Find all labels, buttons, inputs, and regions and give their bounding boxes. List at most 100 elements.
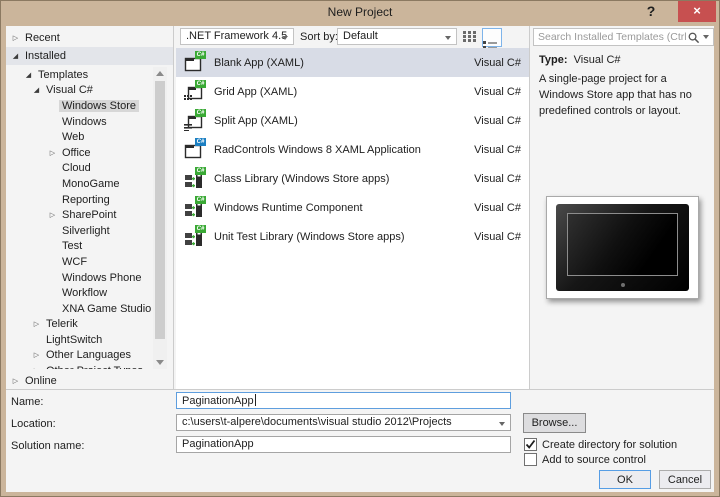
template-list-panel: .NET Framework 4.5 Sort by: Default <box>176 26 529 389</box>
expander-icon[interactable] <box>30 351 43 359</box>
sidebar-item-office[interactable]: Office <box>6 145 153 161</box>
sidebar-item-workflow[interactable]: Workflow <box>6 285 153 301</box>
template-row-grid-app[interactable]: Grid App (XAML) Visual C# <box>176 77 529 106</box>
tree-scroll-area: Templates Visual C# Windows Store Window… <box>6 67 153 369</box>
csharp-badge-icon <box>195 109 206 117</box>
runtime-component-icon <box>184 198 206 218</box>
create-directory-checkbox[interactable] <box>524 438 537 451</box>
expander-icon[interactable] <box>9 34 22 42</box>
template-row-class-library[interactable]: Class Library (Windows Store apps) Visua… <box>176 164 529 193</box>
tablet-device-image <box>556 204 689 291</box>
template-row-blank-app[interactable]: Blank App (XAML) Visual C# <box>176 48 529 77</box>
sidebar-item-windows-phone[interactable]: Windows Phone <box>6 270 153 286</box>
expander-icon[interactable] <box>9 52 22 60</box>
blank-app-icon <box>184 53 206 73</box>
sidebar-item-wcf[interactable]: WCF <box>6 254 153 270</box>
chevron-down-icon <box>445 36 451 40</box>
sidebar-item-telerik[interactable]: Telerik <box>6 317 153 333</box>
scroll-down-icon[interactable] <box>156 360 164 365</box>
csharp-badge-icon <box>195 196 206 204</box>
csharp-badge-icon <box>195 138 206 146</box>
chevron-down-icon[interactable] <box>703 35 709 39</box>
ok-button[interactable]: OK <box>599 470 651 489</box>
template-row-runtime-component[interactable]: Windows Runtime Component Visual C# <box>176 193 529 222</box>
expander-icon[interactable] <box>22 71 35 79</box>
tree-scrollbar[interactable] <box>153 67 167 369</box>
sidebar-item-templates[interactable]: Templates <box>6 67 153 83</box>
sidebar-item-cloud[interactable]: Cloud <box>6 161 153 177</box>
sidebar-item-other-languages[interactable]: Other Languages <box>6 348 153 364</box>
radcontrols-app-icon <box>184 140 206 160</box>
csharp-badge-icon <box>195 51 206 59</box>
sidebar-item-lightswitch[interactable]: LightSwitch <box>6 332 153 348</box>
solution-name-label: Solution name: <box>11 440 84 452</box>
split-app-icon <box>184 111 206 131</box>
scroll-up-icon[interactable] <box>156 71 164 76</box>
sidebar-item-reporting[interactable]: Reporting <box>6 192 153 208</box>
project-settings-form: Name: PaginationApp Location: c:\users\t… <box>6 390 714 492</box>
sidebar-item-online[interactable]: Online <box>6 372 173 389</box>
sidebar-item-windows[interactable]: Windows <box>6 114 153 130</box>
location-label: Location: <box>11 418 56 430</box>
solution-name-field[interactable]: PaginationApp <box>176 436 511 453</box>
list-view-button[interactable] <box>482 28 502 47</box>
expander-icon[interactable] <box>30 367 43 369</box>
unit-test-library-icon <box>184 227 206 247</box>
template-info-panel: Search Installed Templates (Ctrl+E) Type… <box>530 26 714 389</box>
template-description: A single-page project for a Windows Stor… <box>539 72 711 120</box>
sidebar-item-monogame[interactable]: MonoGame <box>6 176 153 192</box>
expander-icon[interactable] <box>46 211 59 219</box>
checkmark-icon <box>525 439 536 450</box>
cancel-button[interactable]: Cancel <box>659 470 711 489</box>
sort-dropdown[interactable]: Default <box>337 28 457 45</box>
sidebar-item-silverlight[interactable]: Silverlight <box>6 223 153 239</box>
source-control-checkbox[interactable] <box>524 453 537 466</box>
new-project-dialog: New Project ? × Recent Installed Templat… <box>0 0 720 497</box>
text-caret <box>255 394 256 406</box>
expander-icon[interactable] <box>46 149 59 157</box>
sidebar-item-recent[interactable]: Recent <box>6 29 173 47</box>
grid-app-icon <box>184 82 206 102</box>
help-button[interactable]: ? <box>641 3 661 23</box>
dialog-content: Recent Installed Templates Visual C# Win… <box>6 26 714 492</box>
template-row-unit-test-library[interactable]: Unit Test Library (Windows Store apps) V… <box>176 222 529 251</box>
sidebar-item-xna-game-studio[interactable]: XNA Game Studio 4.0 <box>6 301 153 317</box>
scrollbar-thumb[interactable] <box>155 81 165 339</box>
location-dropdown[interactable]: c:\users\t-alpere\documents\visual studi… <box>176 414 511 431</box>
browse-button[interactable]: Browse... <box>523 413 586 433</box>
expander-icon[interactable] <box>9 377 22 385</box>
template-row-split-app[interactable]: Split App (XAML) Visual C# <box>176 106 529 135</box>
template-row-radcontrols[interactable]: RadControls Windows 8 XAML Application V… <box>176 135 529 164</box>
source-control-label[interactable]: Add to source control <box>542 454 646 466</box>
template-category-tree: Recent Installed Templates Visual C# Win… <box>6 26 173 389</box>
name-field[interactable]: PaginationApp <box>176 392 511 409</box>
sort-by-label: Sort by: <box>300 31 338 43</box>
close-button[interactable]: × <box>678 1 716 22</box>
expander-icon[interactable] <box>30 320 43 328</box>
sidebar-item-test[interactable]: Test <box>6 239 153 255</box>
tablet-screen <box>567 213 678 276</box>
search-icon <box>687 31 700 44</box>
create-directory-label[interactable]: Create directory for solution <box>542 439 677 451</box>
title-bar[interactable]: New Project ? × <box>1 1 719 26</box>
sidebar-item-windows-store[interactable]: Windows Store <box>6 98 153 114</box>
template-type: Type: Visual C# <box>539 54 621 66</box>
chevron-down-icon <box>499 422 505 426</box>
expander-icon[interactable] <box>30 86 43 94</box>
panel-divider <box>173 26 174 389</box>
tablet-button-icon <box>621 283 625 287</box>
sidebar-item-sharepoint[interactable]: SharePoint <box>6 207 153 223</box>
sidebar-item-other-project-types[interactable]: Other Project Types <box>6 363 153 369</box>
dialog-title: New Project <box>1 5 719 19</box>
framework-dropdown[interactable]: .NET Framework 4.5 <box>180 28 294 45</box>
template-list: Blank App (XAML) Visual C# Grid App (XAM… <box>176 48 529 389</box>
sidebar-item-web[interactable]: Web <box>6 129 153 145</box>
csharp-badge-icon <box>195 225 206 233</box>
template-preview-image <box>546 196 699 299</box>
medium-icons-view-button[interactable] <box>460 28 480 47</box>
close-icon: × <box>693 3 701 18</box>
search-input[interactable]: Search Installed Templates (Ctrl+E) <box>533 28 714 46</box>
sidebar-item-visual-csharp[interactable]: Visual C# <box>6 83 153 99</box>
class-library-icon <box>184 169 206 189</box>
sidebar-item-installed[interactable]: Installed <box>6 47 173 65</box>
